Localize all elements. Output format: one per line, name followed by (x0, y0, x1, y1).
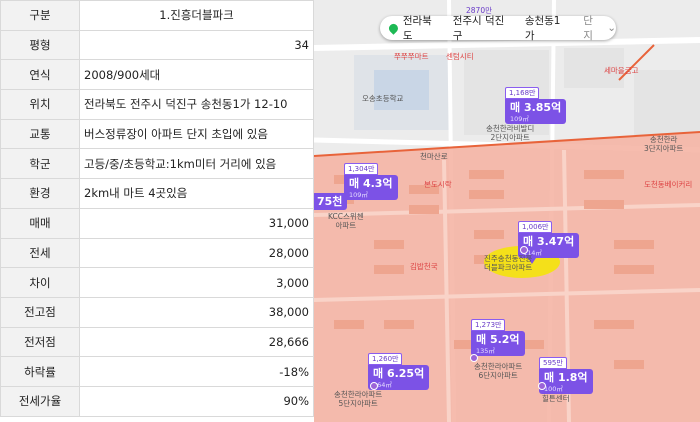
place-label[interactable]: 세마을금고 (604, 66, 639, 75)
marker-price: 매 6.25억 (373, 367, 425, 380)
price-marker[interactable]: 1,273만 매 5.2억 135㎡ (471, 312, 525, 356)
marker-area: 100㎡ (544, 385, 563, 393)
spreadsheet-table: 구분 1.진흥더블파크 평형 34 연식 2008/900세대 위치 전라북도 전주시 덕진구… (0, 0, 314, 422)
marker-price: 매 3.85억 (510, 101, 562, 114)
place-label[interactable]: 송천한라아파트 6단지아파트 (474, 362, 522, 380)
table-row: 전세 28,000 (0, 237, 314, 269)
marker-area: 164㎡ (373, 381, 392, 389)
place-label[interactable]: 송천한라비발디 2단지아파트 (486, 124, 534, 142)
location-city[interactable]: 전주시 덕진구 (453, 13, 513, 43)
marker-price: 매 4.3억 (349, 177, 393, 190)
place-label[interactable]: 센텀시티 (446, 52, 474, 61)
place-label[interactable]: KCC스위첸 아파트 (328, 212, 364, 230)
row-value[interactable]: 2008/900세대 (79, 59, 314, 91)
row-label[interactable]: 평형 (0, 29, 80, 61)
row-label[interactable]: 학군 (0, 148, 80, 180)
row-value[interactable]: 38,000 (79, 296, 314, 328)
place-label[interactable]: 김밥천국 (410, 262, 438, 271)
table-row: 연식 2008/900세대 (0, 59, 314, 91)
place-label[interactable]: 힐튼센터 (542, 394, 570, 403)
row-value[interactable]: 1.진흥더블파크 (79, 0, 314, 31)
price-marker[interactable]: 1,168만 매 3.85억 109㎡ (505, 80, 567, 124)
row-value[interactable]: 34 (79, 29, 314, 61)
filter-select[interactable]: 단지 (583, 13, 602, 43)
price-marker[interactable]: 595만 매 1.8억 100㎡ (539, 350, 593, 394)
row-label[interactable]: 전세가율 (0, 385, 80, 417)
marker-unit-price: 595만 (539, 357, 567, 369)
marker-unit-price: 1,273만 (471, 319, 506, 331)
marker-price: 매 5.2억 (476, 333, 520, 346)
table-row: 전세가율 90% (0, 385, 314, 417)
table-row: 전저점 28,666 (0, 326, 314, 358)
place-label[interactable]: 도천동베이커리 (644, 180, 692, 189)
place-label[interactable]: 쭈쭈쭈마트 (394, 52, 429, 61)
row-label[interactable]: 차이 (0, 267, 80, 298)
location-dot (538, 382, 546, 390)
row-value[interactable]: 31,000 (79, 207, 314, 239)
table-row: 평형 34 (0, 29, 314, 61)
row-value[interactable]: 28,000 (79, 237, 314, 269)
location-dot (470, 354, 478, 362)
row-value[interactable]: 전라북도 전주시 덕진구 송천동1가 12-10 (79, 89, 314, 120)
marker-area: 135㎡ (476, 347, 495, 355)
table-row: 구분 1.진흥더블파크 (0, 0, 314, 31)
marker-price: 매 3.47억 (523, 235, 575, 248)
row-label[interactable]: 환경 (0, 178, 80, 209)
location-province[interactable]: 전라북도 (403, 13, 441, 43)
location-breadcrumb[interactable]: 전라북도 전주시 덕진구 송천동1가 단지 ⌄ (380, 13, 616, 43)
table-row: 교통 버스정류장이 아파트 단지 초입에 있음 (0, 118, 314, 150)
location-dot (370, 382, 378, 390)
marker-unit-price: 1,168만 (505, 87, 540, 99)
row-value[interactable]: 고등/중/초등학교:1km미터 거리에 있음 (79, 148, 314, 180)
row-value[interactable]: -18% (79, 356, 314, 387)
marker-unit-price: 1,304만 (344, 163, 379, 175)
table-row: 하락률 -18% (0, 356, 314, 387)
marker-unit-price: 1,006만 (518, 221, 553, 233)
row-label[interactable]: 전세 (0, 237, 80, 269)
row-label[interactable]: 연식 (0, 59, 80, 91)
row-label[interactable]: 구분 (0, 0, 80, 31)
row-value[interactable]: 버스정류장이 아파트 단지 초입에 있음 (79, 118, 314, 150)
row-value[interactable]: 90% (79, 385, 314, 417)
marker-unit-price: 2870만 (466, 6, 492, 15)
row-value[interactable]: 28,666 (79, 326, 314, 358)
marker-price: 매 1.8억 (544, 371, 588, 384)
price-marker[interactable]: 1,304만 매 4.3억 109㎡ (344, 156, 398, 200)
table-row: 학군 고등/중/초등학교:1km미터 거리에 있음 (0, 148, 314, 180)
table-row: 환경 2km내 마트 4곳있음 (0, 178, 314, 209)
row-value[interactable]: 3,000 (79, 267, 314, 298)
marker-unit-price: 1,260만 (368, 353, 403, 365)
table-row: 매매 31,000 (0, 207, 314, 239)
location-pin-icon (387, 21, 400, 35)
location-dong[interactable]: 송천동1가 (525, 13, 569, 43)
marker-price: 75천 (317, 195, 343, 208)
marker-area: 109㎡ (349, 191, 368, 199)
table-row: 차이 3,000 (0, 267, 314, 298)
table-row: 위치 전라북도 전주시 덕진구 송천동1가 12-10 (0, 89, 314, 120)
target-label[interactable]: 진주송천동진흥 더블파크아파트 (484, 254, 532, 272)
marker-area: 109㎡ (510, 115, 529, 123)
row-value[interactable]: 2km내 마트 4곳있음 (79, 178, 314, 209)
location-dot (520, 246, 528, 254)
place-label[interactable]: 송천한라아파트 5단지아파트 (334, 390, 382, 408)
road-label: 천마산로 (420, 152, 448, 161)
row-label[interactable]: 매매 (0, 207, 80, 239)
chevron-down-icon[interactable]: ⌄ (607, 22, 616, 34)
place-label[interactable]: 송천한라 3단지아파트 (644, 135, 683, 153)
row-label[interactable]: 위치 (0, 89, 80, 120)
row-label[interactable]: 전저점 (0, 326, 80, 358)
place-label[interactable]: 본도시락 (424, 180, 452, 189)
table-row: 전고점 38,000 (0, 296, 314, 328)
row-label[interactable]: 전고점 (0, 296, 80, 328)
map-view[interactable]: 전라북도 전주시 덕진구 송천동1가 단지 ⌄ 1,168만 매 3.85억 10… (314, 0, 700, 422)
row-label[interactable]: 교통 (0, 118, 80, 150)
place-label[interactable]: 오송초등학교 (362, 94, 403, 103)
price-marker-partial[interactable]: 75천 (314, 193, 348, 210)
row-label[interactable]: 하락률 (0, 356, 80, 387)
